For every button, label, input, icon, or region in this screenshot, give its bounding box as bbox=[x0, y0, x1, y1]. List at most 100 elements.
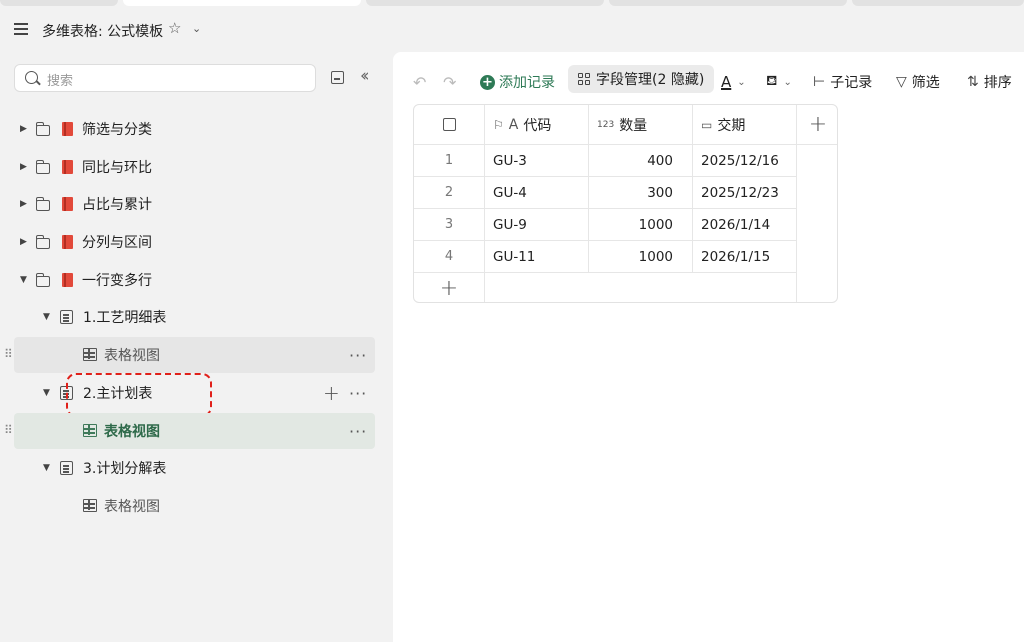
sidebar-view-master-plan[interactable]: 表格视图 ··· bbox=[14, 413, 375, 449]
search-placeholder: 搜索 bbox=[47, 74, 74, 89]
cell-code[interactable]: GU-9 bbox=[485, 209, 589, 241]
font-color-button[interactable]: A ⌄ bbox=[721, 69, 746, 95]
cell-due[interactable]: 2026/1/15 bbox=[693, 241, 797, 273]
caret-down-icon[interactable]: ▼ bbox=[43, 388, 50, 398]
calendar-icon: ▭ bbox=[701, 117, 713, 132]
sort-label: 排序 bbox=[983, 75, 1012, 91]
filter-label: 筛选 bbox=[911, 75, 940, 91]
row-number: 4 bbox=[414, 241, 485, 273]
folder-icon bbox=[35, 197, 50, 211]
caret-right-icon[interactable]: ▶ bbox=[20, 162, 27, 172]
chevron-down-icon: ⌄ bbox=[783, 76, 792, 88]
sidebar-folder-split-range[interactable]: ▶ 分列与区间 bbox=[0, 224, 392, 260]
cell-qty[interactable]: 300 bbox=[589, 177, 693, 209]
browser-tab[interactable] bbox=[0, 0, 118, 6]
cell-code[interactable]: GU-11 bbox=[485, 241, 589, 273]
sidebar-item-label: 一行变多行 bbox=[82, 273, 152, 289]
add-record-label: 添加记录 bbox=[499, 75, 555, 91]
column-header-label: 数量 bbox=[619, 117, 648, 134]
number-field-icon: 123 bbox=[597, 119, 615, 130]
cell-qty[interactable]: 1000 bbox=[589, 241, 693, 273]
browser-tab[interactable] bbox=[366, 0, 604, 6]
app-title: 多维表格: 公式模板 bbox=[42, 24, 164, 40]
sidebar-folder-yoy-mom[interactable]: ▶ 同比与环比 bbox=[0, 149, 392, 185]
chevron-down-icon: ⌄ bbox=[737, 76, 746, 88]
column-header-due[interactable]: ▭ 交期 bbox=[693, 105, 797, 145]
flag-icon: ⚐ bbox=[493, 117, 504, 132]
sidebar-item-label: 分列与区间 bbox=[82, 235, 152, 251]
search-input[interactable]: 搜索 bbox=[14, 64, 316, 92]
chevron-down-icon[interactable]: ⌄ bbox=[192, 22, 201, 35]
undo-icon[interactable]: ↶ bbox=[413, 69, 426, 95]
grid-view-icon bbox=[83, 499, 97, 512]
browser-tab[interactable] bbox=[852, 0, 1024, 6]
select-all-cell[interactable] bbox=[414, 105, 485, 145]
star-icon[interactable]: ☆ bbox=[168, 19, 181, 37]
add-column-button[interactable]: + bbox=[797, 105, 837, 145]
grid-view-icon bbox=[83, 424, 97, 437]
folder-icon bbox=[35, 160, 50, 174]
grid-view-icon bbox=[83, 348, 97, 361]
font-color-icon: A bbox=[721, 73, 732, 91]
more-icon[interactable]: ··· bbox=[349, 422, 367, 441]
row-number: 1 bbox=[414, 145, 485, 177]
sort-icon: ⇅ bbox=[967, 74, 979, 90]
cell-due[interactable]: 2025/12/23 bbox=[693, 177, 797, 209]
folder-icon bbox=[35, 273, 50, 287]
plus-circle-icon: + bbox=[480, 74, 495, 90]
column-header-code[interactable]: ⚐ A 代码 bbox=[485, 105, 589, 145]
book-icon bbox=[62, 235, 73, 249]
add-icon[interactable]: + bbox=[323, 381, 340, 405]
collapse-sidebar-icon[interactable]: ‹‹ bbox=[360, 66, 369, 86]
sidebar-view-process-detail[interactable]: 表格视图 ··· bbox=[14, 337, 375, 373]
drag-handle-icon[interactable]: ⠿ bbox=[4, 347, 13, 361]
menu-icon[interactable] bbox=[14, 23, 28, 35]
sidebar-table-process-detail[interactable]: ▼ 1.工艺明细表 bbox=[0, 299, 392, 335]
more-icon[interactable]: ··· bbox=[349, 384, 367, 403]
sidebar-item-label: 1.工艺明细表 bbox=[83, 310, 167, 326]
highlight-annotation bbox=[66, 373, 212, 417]
table-icon bbox=[60, 310, 73, 324]
cell-qty[interactable]: 1000 bbox=[589, 209, 693, 241]
caret-right-icon[interactable]: ▶ bbox=[20, 199, 27, 209]
select-all-checkbox[interactable] bbox=[442, 118, 456, 131]
sidebar-view-plan-breakdown[interactable]: 表格视图 bbox=[0, 488, 392, 524]
more-icon[interactable]: ··· bbox=[349, 346, 367, 365]
drag-handle-icon[interactable]: ⠿ bbox=[4, 423, 13, 437]
sidebar-folder-row-to-rows[interactable]: ▼ 一行变多行 bbox=[0, 262, 392, 298]
add-record-button[interactable]: + 添加记录 bbox=[480, 69, 555, 95]
field-manage-button[interactable]: 字段管理(2 隐藏) bbox=[568, 65, 715, 93]
cell-code[interactable]: GU-4 bbox=[485, 177, 589, 209]
column-header-qty[interactable]: 123 数量 bbox=[589, 105, 693, 145]
browser-tab[interactable] bbox=[609, 0, 847, 6]
sort-button[interactable]: ⇅ 排序 bbox=[967, 69, 1012, 95]
sidebar-folder-ratio-cumulative[interactable]: ▶ 占比与累计 bbox=[0, 186, 392, 222]
folder-icon bbox=[35, 122, 50, 136]
filter-button[interactable]: ▽ 筛选 bbox=[896, 69, 940, 95]
caret-right-icon[interactable]: ▶ bbox=[20, 237, 27, 247]
paint-bucket-icon: ⛾ bbox=[766, 73, 778, 89]
caret-right-icon[interactable]: ▶ bbox=[20, 124, 27, 134]
cell-due[interactable]: 2026/1/14 bbox=[693, 209, 797, 241]
sub-record-button[interactable]: ⊢ 子记录 bbox=[813, 69, 872, 95]
caret-down-icon[interactable]: ▼ bbox=[43, 312, 50, 322]
cell-qty[interactable]: 400 bbox=[589, 145, 693, 177]
sidebar-item-label: 表格视图 bbox=[104, 348, 160, 364]
caret-down-icon[interactable]: ▼ bbox=[20, 275, 27, 285]
sidebar-folder-filter-classify[interactable]: ▶ 筛选与分类 bbox=[0, 111, 392, 147]
cell-due[interactable]: 2025/12/16 bbox=[693, 145, 797, 177]
table-icon bbox=[60, 461, 73, 475]
book-icon bbox=[62, 160, 73, 174]
cell-code[interactable]: GU-3 bbox=[485, 145, 589, 177]
fill-color-button[interactable]: ⛾ ⌄ bbox=[766, 69, 792, 95]
filter-icon: ▽ bbox=[896, 74, 907, 90]
sidebar-table-plan-breakdown[interactable]: ▼ 3.计划分解表 bbox=[0, 450, 392, 486]
add-row-area[interactable] bbox=[485, 273, 797, 302]
book-icon bbox=[62, 273, 73, 287]
folder-icon bbox=[35, 235, 50, 249]
panel-toggle-icon[interactable] bbox=[331, 71, 344, 84]
add-row-button[interactable]: + bbox=[414, 273, 485, 302]
redo-icon[interactable]: ↷ bbox=[443, 69, 456, 95]
caret-down-icon[interactable]: ▼ bbox=[43, 463, 50, 473]
browser-tab-active[interactable] bbox=[123, 0, 361, 6]
